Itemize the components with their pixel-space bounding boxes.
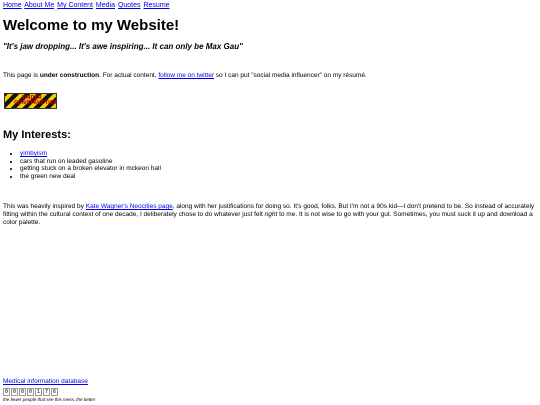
nav-link-about-me[interactable]: About Me (24, 2, 54, 9)
nav-link-quotes[interactable]: Quotes (118, 2, 141, 9)
counter-digit: 0 (27, 388, 34, 396)
counter-caption: the fewer people that see this mess, the… (3, 397, 96, 402)
counter-digit: 0 (19, 388, 26, 396)
page-title: Welcome to my Website! (3, 17, 180, 34)
counter-digit: 0 (11, 388, 18, 396)
hit-counter: 0 0 0 0 1 7 6 (3, 388, 58, 396)
inspired-italic: right (264, 211, 278, 218)
list-item: getting stuck on a broken elevator in mc… (20, 165, 161, 173)
interests-list: yimbyism cars that run on leaded gasolin… (10, 150, 161, 180)
construction-suffix: so I can put "social media influencer" o… (214, 72, 367, 79)
kate-wagner-link[interactable]: Kate Wagner's Neocities page (86, 203, 173, 210)
top-nav: Home About Me My Content Media Quotes Re… (3, 2, 171, 9)
nav-link-resume[interactable]: Resume (143, 2, 169, 9)
construction-middle: . For actual content, (99, 72, 159, 79)
interests-heading: My Interests: (3, 129, 71, 141)
nav-link-my-content[interactable]: My Content (57, 2, 93, 9)
list-item: cars that run on leaded gasoline (20, 158, 161, 166)
list-item: yimbyism (20, 150, 161, 158)
construction-notice: This page is under construction. For act… (3, 72, 533, 79)
counter-digit: 1 (35, 388, 42, 396)
twitter-link[interactable]: follow me on twitter (158, 72, 214, 79)
nav-link-home[interactable]: Home (3, 2, 22, 9)
tagline-quote: "It's jaw dropping... It's awe inspiring… (3, 42, 243, 51)
construction-prefix: This page is (3, 72, 40, 79)
list-item: the green new deal (20, 173, 161, 181)
inspired-prefix: This was heavily inspired by (3, 203, 86, 210)
counter-digit: 0 (3, 388, 10, 396)
interest-link-yimbyism[interactable]: yimbyism (20, 150, 47, 157)
under-construction-banner-text: UNDER CONSTRUCTION (14, 95, 57, 106)
nav-link-media[interactable]: Media (96, 2, 115, 9)
counter-digit: 7 (43, 388, 50, 396)
medical-database-link[interactable]: Medical information database (3, 378, 88, 385)
inspiration-paragraph: This was heavily inspired by Kate Wagner… (3, 203, 538, 227)
construction-bold: under construction (39, 72, 100, 79)
under-construction-banner: UNDER CONSTRUCTION (4, 93, 57, 109)
counter-digit: 6 (51, 388, 58, 396)
